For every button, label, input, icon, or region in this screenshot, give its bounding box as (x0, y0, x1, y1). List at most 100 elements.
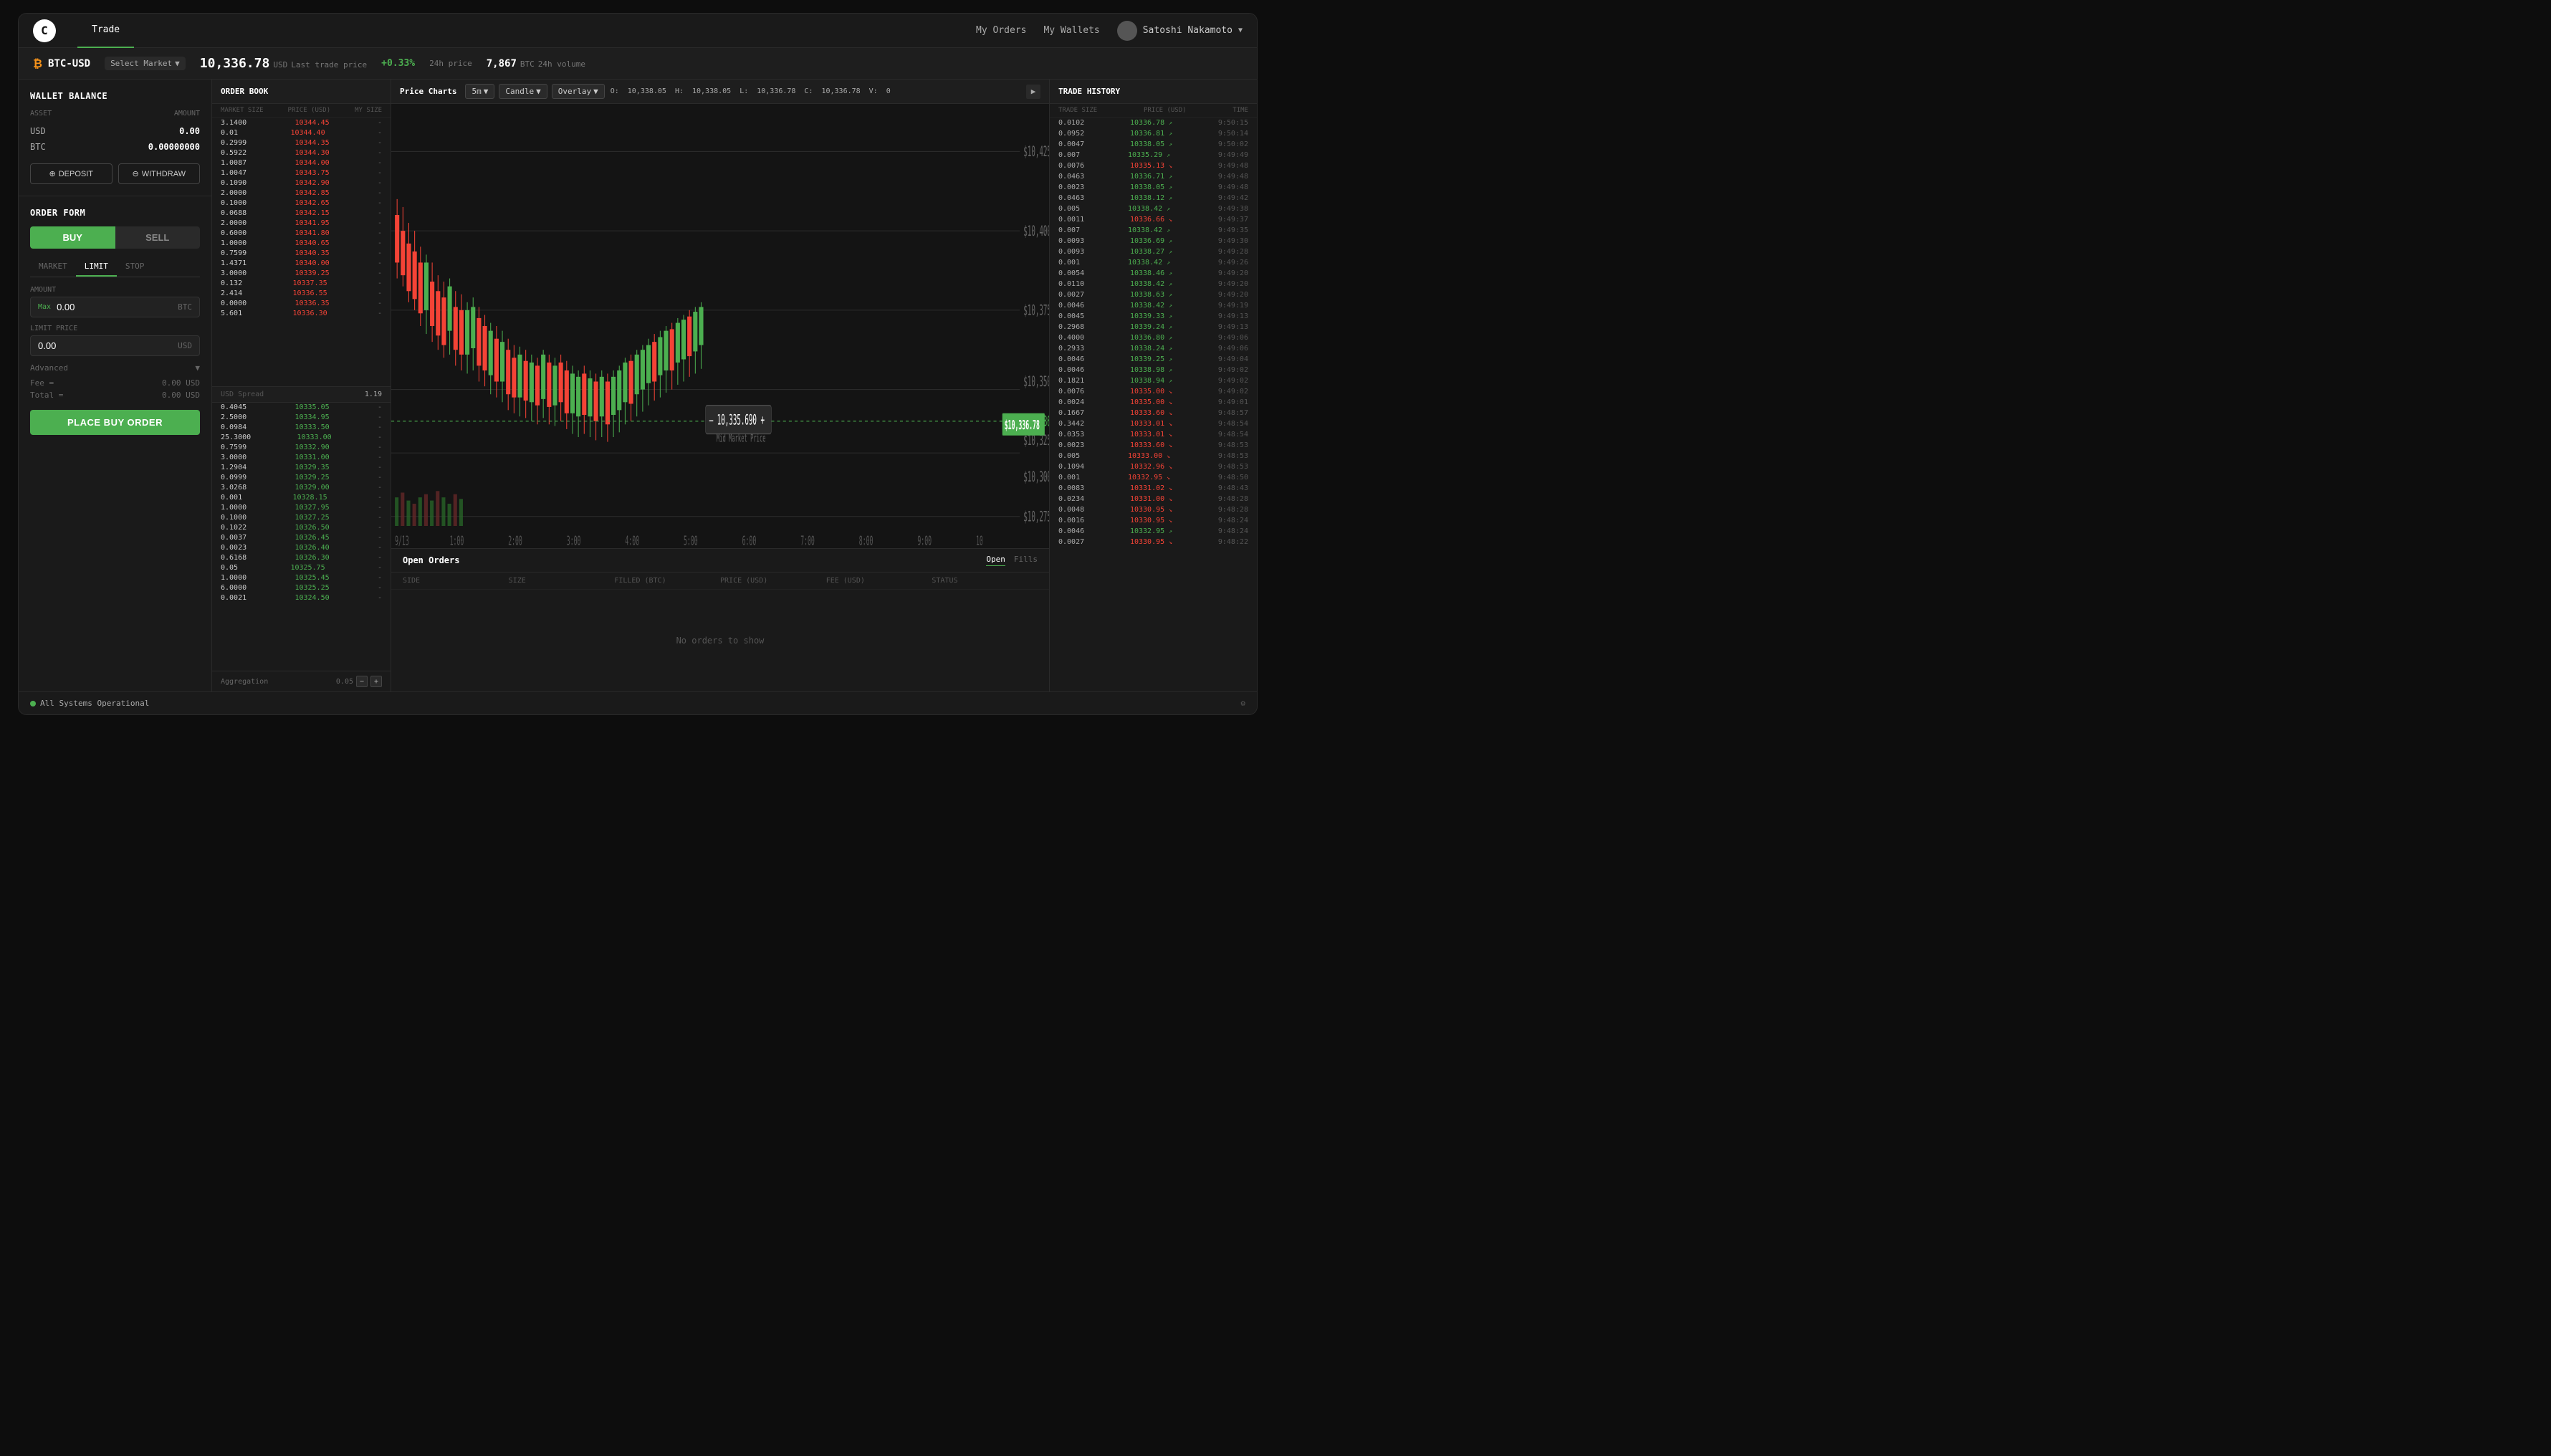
fee-value: 0.00 USD (162, 378, 200, 388)
chevron-down-icon: ▼ (195, 363, 200, 373)
last-price-currency: USD (273, 60, 287, 70)
sell-button[interactable]: SELL (115, 226, 201, 249)
agg-plus-button[interactable]: + (370, 676, 382, 687)
th-col-time: Time (1233, 107, 1248, 114)
overlay-dropdown[interactable]: Overlay ▼ (552, 84, 605, 99)
list-item: 0.002410335.00 ↘9:49:01 (1050, 397, 1257, 408)
list-item: 0.00110338.42 ↗9:49:26 (1050, 257, 1257, 268)
list-item: 5.60110336.30- (212, 308, 391, 318)
settings-icon[interactable]: ⚙ (1240, 699, 1245, 708)
list-item: 0.00110328.15- (212, 493, 391, 503)
svg-text:1:00: 1:00 (450, 534, 464, 548)
svg-text:9/13: 9/13 (395, 534, 409, 548)
list-item: 0.102210326.50- (212, 523, 391, 533)
chart-ohlcv: O: 10,338.05 H: 10,338.05 L: 10,336.78 C… (611, 87, 1020, 95)
agg-minus-button[interactable]: − (356, 676, 368, 687)
ohlcv-v-label: V: (869, 87, 878, 95)
list-item: 0.00710338.42 ↗9:49:35 (1050, 225, 1257, 236)
list-item: 0.109410332.96 ↘9:48:53 (1050, 461, 1257, 472)
user-section[interactable]: Satoshi Nakamoto ▼ (1117, 21, 1243, 41)
list-item: 0.299910344.35- (212, 138, 391, 148)
list-item: 0.759910340.35- (212, 248, 391, 258)
chevron-down-icon: ▼ (536, 87, 541, 96)
list-item: 0.095210336.81 ↗9:50:14 (1050, 128, 1257, 139)
status-indicator (30, 701, 36, 707)
list-item: 0.023410331.00 ↘9:48:28 (1050, 494, 1257, 504)
svg-text:$10,375: $10,375 (1023, 302, 1049, 319)
order-type-limit[interactable]: LIMIT (76, 257, 117, 277)
nav-tab-trade[interactable]: Trade (77, 14, 134, 48)
oo-tab-open[interactable]: Open (986, 555, 1005, 566)
svg-text:— 10,335.690 +: — 10,335.690 + (709, 411, 765, 428)
list-item: 0.004510339.33 ↗9:49:13 (1050, 311, 1257, 322)
withdraw-button[interactable]: ⊖ WITHDRAW (118, 163, 201, 184)
last-price-label: Last trade price (291, 60, 367, 70)
minus-icon: ⊖ (132, 169, 138, 178)
top-nav: C Trade My Orders My Wallets Satoshi Nak… (19, 14, 1257, 48)
list-item: 1.000010340.65- (212, 238, 391, 248)
asset-col-header: Asset (30, 110, 52, 118)
svg-text:$10,425: $10,425 (1023, 143, 1049, 160)
wallet-balance-section: Wallet Balance Asset Amount USD 0.00 BTC… (19, 80, 211, 196)
list-item: 3.000010331.00- (212, 453, 391, 463)
deposit-button[interactable]: ⊕ DEPOSIT (30, 163, 113, 184)
order-type-market[interactable]: MARKET (30, 257, 76, 277)
list-item: 0.400010336.80 ↗9:49:06 (1050, 332, 1257, 343)
wallet-balance-title: Wallet Balance (30, 91, 200, 101)
amount-col-header: Amount (174, 110, 200, 118)
asset-row-btc: BTC 0.00000000 (30, 139, 200, 155)
oo-col-size: Size (509, 577, 615, 585)
main-content: Wallet Balance Asset Amount USD 0.00 BTC… (19, 80, 1257, 691)
limit-price-currency: USD (178, 341, 192, 350)
svg-text:4:00: 4:00 (625, 534, 639, 548)
chart-area[interactable]: $10,425 $10,400 $10,375 $10,350 $10,336.… (391, 104, 1049, 548)
oo-tab-fills[interactable]: Fills (1014, 555, 1038, 566)
list-item: 0.100010342.65- (212, 198, 391, 208)
change-label: 24h price (429, 59, 472, 68)
list-item: 0.759910332.90- (212, 443, 391, 453)
my-wallets-link[interactable]: My Wallets (1043, 25, 1099, 36)
ohlcv-l-label: L: (740, 87, 748, 95)
open-orders-panel: Open Orders Open Fills Side Size Filled … (391, 548, 1049, 691)
trade-history-rows: 0.010210336.78 ↗9:50:150.095210336.81 ↗9… (1050, 118, 1257, 691)
asset-row-usd: USD 0.00 (30, 123, 200, 139)
fee-label: Fee = (30, 378, 54, 388)
list-item: 0.616810326.30- (212, 553, 391, 563)
svg-text:$10,336.78: $10,336.78 (1005, 418, 1040, 434)
order-book-price-container: Order Book Market Size Price (USD) My Si… (212, 80, 1049, 691)
list-item: 0.009310336.69 ↗9:49:30 (1050, 236, 1257, 246)
chevron-down-icon: ▼ (484, 87, 489, 96)
ob-spread: USD Spread 1.19 (212, 386, 391, 403)
amount-input[interactable] (57, 302, 178, 312)
place-order-button[interactable]: PLACE BUY ORDER (30, 410, 200, 435)
timeframe-dropdown[interactable]: 5m ▼ (465, 84, 494, 99)
ob-aggregation: Aggregation 0.05 − + (212, 671, 391, 691)
list-item: 1.004710343.75- (212, 168, 391, 178)
th-col-size: Trade Size (1058, 107, 1097, 114)
right-panel: Trade History Trade Size Price (USD) Tim… (1049, 80, 1257, 691)
advanced-toggle[interactable]: Advanced ▼ (30, 363, 200, 373)
status-text: All Systems Operational (40, 699, 149, 708)
app-container: C Trade My Orders My Wallets Satoshi Nak… (18, 13, 1258, 715)
select-market-dropdown[interactable]: Select Market ▼ (105, 57, 186, 70)
list-item: 0.00710335.29 ↗9:49:49 (1050, 150, 1257, 161)
asset-table: Asset Amount USD 0.00 BTC 0.00000000 (30, 110, 200, 155)
list-item: 0.13210337.35- (212, 278, 391, 288)
svg-text:$10,350: $10,350 (1023, 373, 1049, 390)
max-button[interactable]: Max (38, 303, 51, 311)
list-item: 0.004610332.95 ↗9:48:24 (1050, 526, 1257, 537)
svg-text:Mid Market Price: Mid Market Price (717, 432, 766, 445)
agg-controls: 0.05 − + (336, 676, 382, 687)
chart-nav-button[interactable]: ▶ (1026, 85, 1040, 99)
nav-tabs: Trade (77, 14, 976, 48)
order-type-stop[interactable]: STOP (117, 257, 153, 277)
asset-amount-btc: 0.00000000 (148, 142, 200, 152)
chevron-down-icon: ▼ (175, 59, 180, 68)
list-item: 0.00510333.00 ↘9:48:53 (1050, 451, 1257, 461)
chart-type-dropdown[interactable]: Candle ▼ (499, 84, 547, 99)
list-item: 6.000010325.25- (212, 583, 391, 593)
my-orders-link[interactable]: My Orders (976, 25, 1026, 36)
buy-button[interactable]: BUY (30, 226, 115, 249)
agg-value: 0.05 (336, 678, 353, 686)
limit-price-input[interactable] (38, 340, 178, 351)
